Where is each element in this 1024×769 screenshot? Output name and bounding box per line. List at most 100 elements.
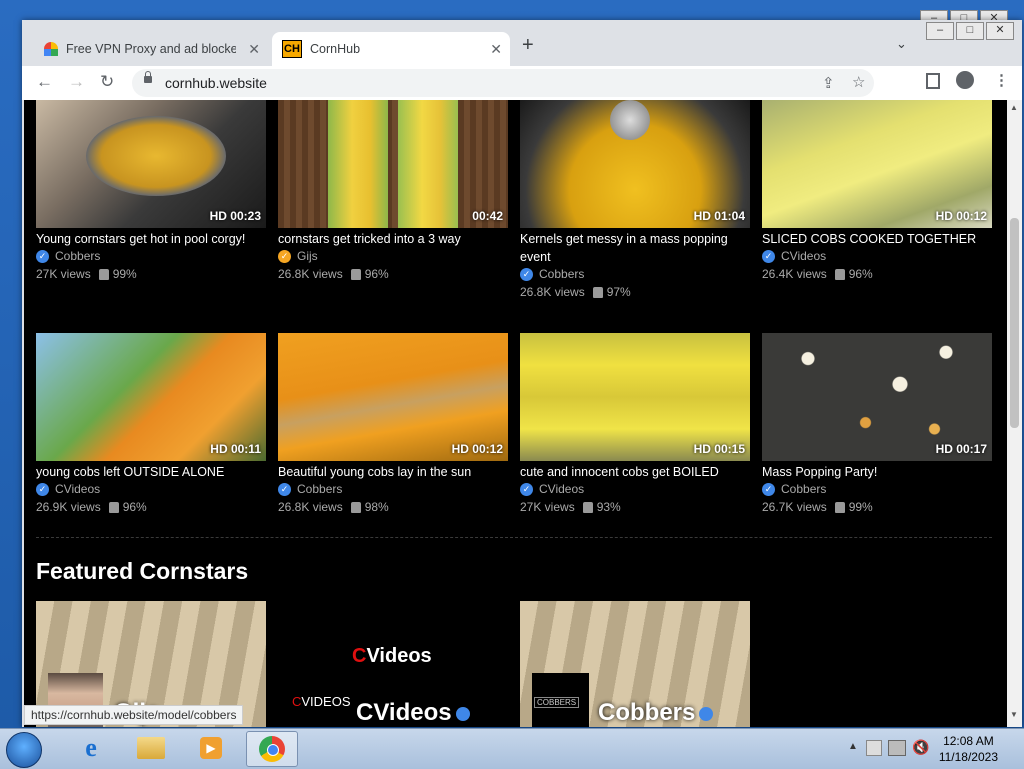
video-title[interactable]: cornstars get tricked into a 3 way [278, 230, 508, 248]
scroll-thumb[interactable] [1010, 218, 1019, 428]
cornstar-card-cobbers[interactable]: COBBERS Cobbers [520, 601, 750, 727]
internet-explorer-icon[interactable]: e [66, 731, 116, 765]
section-divider [36, 537, 992, 538]
new-tab-icon[interactable]: + [522, 34, 534, 57]
chevron-down-icon[interactable]: ⌄ [896, 36, 907, 52]
video-stats: 26.8K views 98% [278, 500, 389, 514]
view-count: 26.8K views [278, 500, 343, 514]
video-thumbnail[interactable]: HD 00:12 [762, 100, 992, 228]
close-icon[interactable]: ✕ [248, 41, 260, 58]
rating-percent: 99% [112, 267, 137, 281]
tab-vpn[interactable]: Free VPN Proxy and ad blocker - ✕ [34, 32, 268, 66]
channel-name: Gijs [297, 249, 318, 263]
verified-badge-icon: ✓ [278, 482, 291, 496]
video-stats: 27K views 99% [36, 267, 137, 281]
section-title: Featured Cornstars [36, 558, 249, 584]
share-icon[interactable]: ⇪ [822, 74, 835, 92]
video-thumbnail[interactable]: HD 00:23 [36, 100, 266, 228]
video-channel[interactable]: ✓ Cobbers [520, 267, 584, 281]
video-title[interactable]: Young cornstars get hot in pool corgy! [36, 230, 266, 248]
video-thumbnail[interactable]: HD 00:17 [762, 333, 992, 461]
volume-muted-icon[interactable]: 🔇 [912, 739, 929, 756]
browser-toolbar: ← → ↻ cornhub.website ⇪ ☆ ⋮ [22, 66, 1022, 100]
cornstar-name: CVideos [356, 699, 470, 727]
start-button[interactable] [6, 732, 42, 768]
kebab-menu-icon[interactable]: ⋮ [994, 71, 1009, 89]
video-channel[interactable]: ✓ CVideos [762, 249, 826, 263]
link-status-bar: https://cornhub.website/model/cobbers [24, 705, 244, 725]
video-thumbnail[interactable]: 00:42 [278, 100, 508, 228]
rating-percent: 96% [364, 267, 389, 281]
rating-percent: 96% [122, 500, 147, 514]
side-panel-icon[interactable] [926, 73, 940, 89]
tray-expand-icon[interactable]: ▲ [848, 741, 858, 752]
action-center-flag-icon[interactable] [866, 740, 882, 756]
video-stats: 26.9K views 96% [36, 500, 147, 514]
video-thumbnail[interactable]: HD 01:04 [520, 100, 750, 228]
video-thumbnail[interactable]: HD 00:15 [520, 333, 750, 461]
browser-window: Free VPN Proxy and ad blocker - ✕ CH Cor… [22, 20, 1022, 727]
video-title[interactable]: Kernels get messy in a mass popping even… [520, 230, 750, 266]
tab-cornhub[interactable]: CH CornHub ✕ [272, 32, 510, 66]
chrome-taskbar-button[interactable] [246, 731, 298, 767]
verified-badge-icon: ✓ [520, 267, 533, 281]
address-bar[interactable]: cornhub.website ⇪ ☆ [132, 69, 874, 97]
verified-badge-icon [699, 706, 714, 721]
cornstar-card-cvideos[interactable]: CVideos CVIDEOS CVideos [278, 601, 508, 727]
verified-badge-icon [455, 706, 470, 721]
view-count: 26.8K views [520, 285, 585, 299]
video-channel[interactable]: ✓ Cobbers [36, 249, 100, 263]
minimize-button[interactable]: – [926, 22, 954, 40]
cornhub-favicon-icon: CH [282, 40, 302, 58]
media-player-icon[interactable]: ▶ [186, 731, 236, 765]
verified-badge-icon: ✓ [762, 482, 775, 496]
video-stats: 26.4K views 96% [762, 267, 873, 281]
close-button[interactable]: ✕ [986, 22, 1014, 40]
video-thumbnail[interactable]: HD 00:12 [278, 333, 508, 461]
view-count: 26.7K views [762, 500, 827, 514]
clock-date: 11/18/2023 [938, 750, 998, 764]
channel-name: CVideos [781, 249, 827, 263]
lock-icon[interactable] [144, 71, 152, 83]
cvideos-avatar-logo: CVIDEOS [292, 694, 351, 709]
network-icon[interactable] [888, 740, 906, 756]
duration-badge: HD 00:15 [693, 442, 745, 456]
video-title[interactable]: SLICED COBS COOKED TOGETHER [762, 230, 992, 248]
page-scrollbar[interactable]: ▲ ▼ [1007, 100, 1022, 727]
profile-avatar-icon[interactable] [956, 71, 974, 89]
url-text: cornhub.website [165, 75, 267, 91]
thumbs-up-icon [582, 501, 593, 513]
video-stats: 26.8K views 97% [520, 285, 631, 299]
star-icon[interactable]: ☆ [852, 73, 865, 91]
video-title[interactable]: young cobs left OUTSIDE ALONE [36, 463, 266, 481]
video-channel[interactable]: ✓ CVideos [520, 482, 584, 496]
clock[interactable]: 12:08 AM 11/18/2023 [939, 733, 998, 765]
video-channel[interactable]: ✓ Cobbers [762, 482, 826, 496]
video-title[interactable]: Mass Popping Party! [762, 463, 992, 481]
scroll-up-icon[interactable]: ▲ [1010, 103, 1018, 112]
verified-badge-icon: ✓ [762, 249, 775, 263]
scroll-down-icon[interactable]: ▼ [1010, 710, 1018, 719]
reload-icon[interactable]: ↻ [100, 72, 114, 92]
verified-badge-icon: ✓ [278, 249, 291, 263]
close-icon[interactable]: ✕ [490, 41, 502, 58]
back-arrow-icon[interactable]: ← [36, 72, 53, 92]
verified-badge-icon: ✓ [36, 482, 49, 496]
video-title[interactable]: Beautiful young cobs lay in the sun [278, 463, 508, 481]
video-stats: 26.8K views 96% [278, 267, 389, 281]
video-stats: 26.7K views 99% [762, 500, 873, 514]
rating-percent: 96% [848, 267, 873, 281]
channel-name: CVideos [55, 482, 101, 496]
maximize-button[interactable]: □ [956, 22, 984, 40]
video-title[interactable]: cute and innocent cobs get BOILED [520, 463, 750, 481]
rating-percent: 93% [596, 500, 621, 514]
file-explorer-icon[interactable] [126, 731, 176, 765]
thumbs-up-icon [350, 501, 361, 513]
video-thumbnail[interactable]: HD 00:11 [36, 333, 266, 461]
video-channel[interactable]: ✓ Cobbers [278, 482, 342, 496]
forward-arrow-icon[interactable]: → [68, 72, 85, 92]
video-channel[interactable]: ✓ CVideos [36, 482, 100, 496]
thumbs-up-icon [350, 268, 361, 280]
duration-badge: 00:42 [472, 209, 503, 223]
video-channel[interactable]: ✓ Gijs [278, 249, 318, 263]
